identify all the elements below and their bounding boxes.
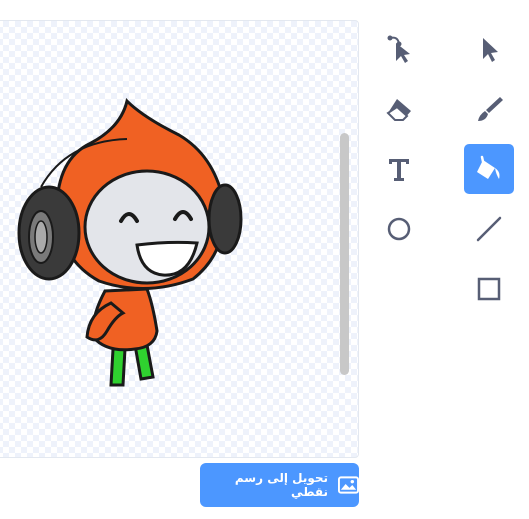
fill-bucket-icon <box>477 155 500 179</box>
circle-icon <box>387 217 411 241</box>
convert-to-bitmap-button[interactable]: تحويل إلى رسم نقطي <box>200 463 359 507</box>
brush-icon <box>478 97 503 121</box>
fill-tool-button[interactable] <box>464 144 514 194</box>
select-tool-button[interactable] <box>464 24 514 74</box>
eraser-tool-button[interactable] <box>374 84 424 134</box>
sprite-costume-character <box>17 98 243 387</box>
text-tool-button[interactable] <box>374 144 424 194</box>
paint-canvas[interactable] <box>0 20 359 458</box>
rectangle-tool-button[interactable] <box>464 264 514 314</box>
brush-tool-button[interactable] <box>464 84 514 134</box>
eraser-icon <box>386 99 411 121</box>
select-arrow-icon <box>483 38 498 62</box>
rectangle-icon <box>477 277 501 301</box>
circle-tool-button[interactable] <box>374 204 424 254</box>
reshape-tool-button[interactable] <box>374 24 424 74</box>
line-tool-button[interactable] <box>464 204 514 254</box>
reshape-icon <box>387 35 410 63</box>
convert-to-bitmap-label: تحويل إلى رسم نقطي <box>234 471 329 499</box>
line-icon <box>476 216 502 242</box>
vertical-scrollbar[interactable] <box>340 133 349 375</box>
bitmap-image-icon <box>338 476 359 494</box>
text-icon <box>389 159 409 181</box>
